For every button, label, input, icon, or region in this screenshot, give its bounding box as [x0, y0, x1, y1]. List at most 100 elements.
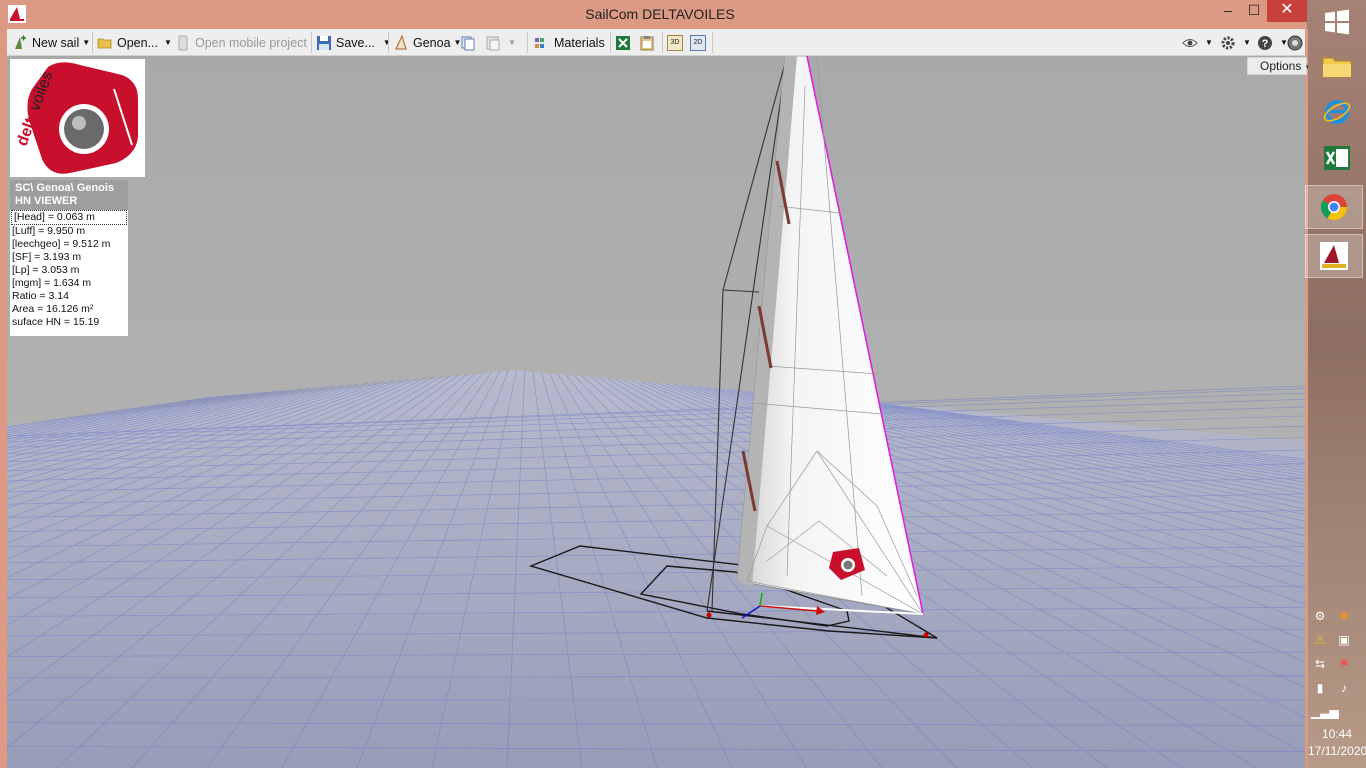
save-button[interactable]: Save... ▼ [316, 32, 391, 53]
clock-time[interactable]: 10:44 [1308, 727, 1366, 741]
sailcom-icon [1320, 242, 1348, 270]
info-line-sf: [SF] = 3.193 m [12, 251, 82, 263]
excel-export-button[interactable] [615, 32, 635, 53]
toolbar-separator [92, 32, 93, 53]
folder-icon [97, 38, 112, 48]
open-button[interactable]: Open... ▼ [97, 32, 172, 53]
toolbar-separator [388, 32, 389, 53]
windows-logo-icon [1325, 9, 1349, 35]
new-sail-button[interactable]: New sail ▼ [12, 32, 90, 53]
help-icon: ? [1258, 35, 1272, 50]
tray-warning-icon[interactable]: ⚠ [1311, 631, 1329, 649]
sail-info-panel: SC\ Genoa\ Genois HN VIEWER [Head] = 0.0… [10, 180, 128, 336]
svg-text:?: ? [1262, 38, 1269, 50]
materials-label: Materials [554, 35, 605, 50]
tray-sync-icon[interactable]: ⇆ [1311, 655, 1329, 673]
info-header-path: SC\ Genoa\ Genois [15, 182, 115, 194]
info-line-area: Area = 16.126 m² [12, 303, 94, 315]
clipboard-button[interactable] [639, 32, 659, 53]
internet-explorer-icon [1323, 100, 1351, 124]
view-2d-icon: 2D [690, 34, 706, 51]
help-dropdown[interactable]: ? ▼ [1257, 32, 1288, 53]
chevron-down-icon: ▼ [1243, 38, 1251, 47]
genoa-dropdown[interactable]: Genoa ▼ [393, 32, 461, 53]
options-icon [1287, 35, 1303, 50]
taskbar-chrome[interactable] [1305, 185, 1363, 229]
toolbar-separator [662, 32, 663, 53]
chevron-down-icon: ▼ [382, 38, 391, 47]
view-2d-label: 2D [694, 39, 703, 46]
gear-icon [1221, 36, 1235, 49]
options-button[interactable] [1287, 32, 1307, 53]
copy-icon [461, 36, 475, 50]
save-label: Save... [336, 35, 375, 50]
toolbar-separator [610, 32, 611, 53]
view-3d-button[interactable]: 3D [667, 32, 687, 53]
info-line-ratio: Ratio = 3.14 [12, 290, 69, 302]
info-line-luff: [Luff] = 9.950 m [12, 225, 86, 237]
main-toolbar: New sail ▼ Open... ▼ Open mobile project S… [7, 29, 1305, 56]
toolbar-separator [311, 32, 312, 53]
tray-display-icon[interactable]: ▣ [1335, 631, 1353, 649]
network-signal-icon[interactable]: ▁▃▅ [1311, 703, 1339, 721]
volume-icon[interactable]: ♪ [1335, 679, 1353, 697]
toolbar-separator [712, 32, 713, 53]
taskbar-sailcom[interactable] [1305, 234, 1363, 278]
materials-button[interactable]: Materials [534, 32, 605, 53]
genoa-label: Genoa [413, 35, 451, 50]
chevron-down-icon: ▼ [1205, 38, 1213, 47]
info-line-mgm: [mgm] = 1.634 m [12, 277, 92, 289]
paste-icon [486, 36, 500, 50]
paste-dropdown[interactable]: ▼ [485, 32, 516, 53]
info-line-leechgeo: [leechgeo] = 9.512 m [12, 238, 111, 250]
maximize-button[interactable]: ☐ [1238, 0, 1270, 22]
new-sail-label: New sail [32, 35, 80, 50]
info-line-lp: [Lp] = 3.053 m [12, 264, 80, 276]
info-header-viewer: HN VIEWER [15, 195, 78, 207]
visibility-dropdown[interactable]: ▼ [1182, 32, 1213, 53]
3d-viewport[interactable] [7, 56, 1305, 768]
taskbar-internet-explorer[interactable] [1312, 90, 1362, 134]
deltavoiles-logo: deltavoiles [10, 59, 145, 177]
open-label: Open... [117, 35, 158, 50]
start-button[interactable] [1312, 0, 1362, 44]
battery-icon[interactable]: ▮ [1311, 679, 1329, 697]
chevron-down-icon: ▼ [508, 38, 516, 47]
toolbar-separator [527, 32, 528, 53]
options-tooltip-label: Options [1260, 59, 1302, 73]
view-2d-button[interactable]: 2D [690, 32, 710, 53]
taskbar-file-explorer[interactable] [1312, 44, 1362, 88]
close-button[interactable]: ✕ [1267, 0, 1307, 22]
clipboard-icon [640, 35, 654, 50]
eye-icon [1182, 38, 1198, 47]
chrome-icon [1320, 194, 1348, 221]
chevron-down-icon: ▼ [82, 38, 91, 47]
info-line-surface-hn: suface HN = 15.19 [12, 316, 100, 328]
window-title: SailCom DELTAVOILES [585, 6, 735, 22]
copy-button[interactable] [460, 32, 480, 53]
options-tooltip: Options▼ [1247, 57, 1312, 75]
excel-icon [1324, 146, 1350, 170]
new-sail-icon [15, 35, 26, 49]
taskbar-excel[interactable] [1312, 136, 1362, 180]
open-mobile-project-button[interactable]: Open mobile project [175, 32, 307, 53]
tray-app-icon[interactable]: ⚙ [1311, 607, 1329, 625]
window-frame-left [0, 29, 7, 768]
tray-avast-icon[interactable]: ✸ [1335, 607, 1353, 625]
mobile-phone-icon [178, 35, 188, 50]
clock-date[interactable]: 17/11/2020 [1308, 744, 1366, 758]
materials-icon [535, 37, 544, 48]
chevron-down-icon: ▼ [164, 38, 172, 47]
floor-plane [7, 370, 1305, 768]
info-header: SC\ Genoa\ Genois HN VIEWER [10, 180, 128, 210]
info-line-head[interactable]: [Head] = 0.063 m [11, 210, 127, 225]
sail-icon [395, 34, 407, 49]
deltavoiles-logo-icon: deltavoiles [14, 62, 138, 174]
folder-icon [1322, 57, 1352, 78]
open-mobile-project-label: Open mobile project [195, 35, 307, 50]
floppy-disk-icon [317, 35, 331, 50]
settings-dropdown[interactable]: ▼ [1220, 32, 1251, 53]
tray-flag-icon[interactable]: ⚑ [1335, 655, 1353, 673]
view-3d-icon: 3D [667, 34, 683, 51]
excel-icon [616, 35, 630, 50]
